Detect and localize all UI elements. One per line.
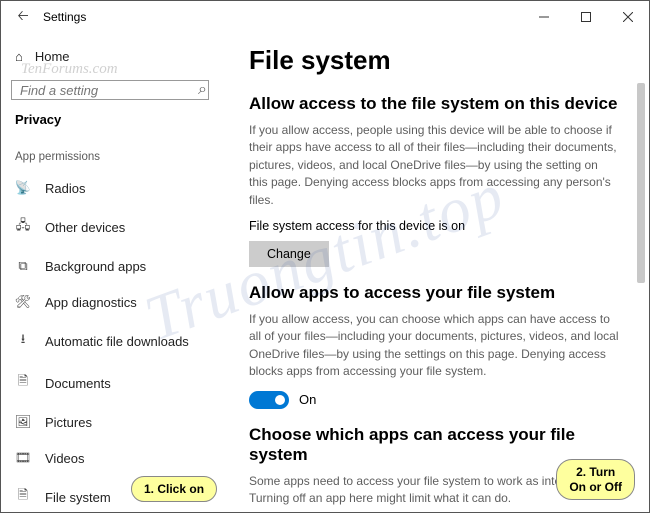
window-title: Settings [43, 10, 86, 24]
nav-list: 📡 Radios 🖧 Other devices ⧉ Background ap… [11, 171, 209, 517]
sidebar-item-app-diagnostics[interactable]: 🛠 App diagnostics [11, 285, 209, 319]
allow-apps-toggle-label: On [299, 392, 316, 407]
radios-icon: 📡 [15, 180, 31, 196]
pictures-icon: 🖼 [15, 414, 31, 430]
nav-label: File system [45, 490, 111, 505]
sidebar-item-pictures[interactable]: 🖼 Pictures [11, 405, 209, 439]
back-button[interactable]: 🡠 [9, 5, 37, 29]
sidebar-item-other-devices[interactable]: 🖧 Other devices [11, 207, 209, 247]
nav-label: Automatic file downloads [45, 334, 189, 349]
nav-label: Pictures [45, 415, 92, 430]
page-title: File system [249, 45, 627, 76]
sidebar-item-radios[interactable]: 📡 Radios [11, 171, 209, 205]
nav-label: Background apps [45, 259, 146, 274]
sidebar-item-auto-downloads[interactable]: ⭳ Automatic file downloads [11, 321, 209, 361]
sidebar-item-documents[interactable]: 🗎 Documents [11, 363, 209, 403]
nav-label: Documents [45, 376, 111, 391]
section1-title: Allow access to the file system on this … [249, 94, 627, 114]
access-status: File system access for this device is on [249, 219, 627, 233]
maximize-button[interactable] [565, 1, 607, 33]
minimize-button[interactable] [523, 1, 565, 33]
search-icon: ⌕ [198, 81, 207, 99]
section2-title: Allow apps to access your file system [249, 283, 627, 303]
videos-icon: 🎞 [15, 450, 31, 466]
home-label: Home [35, 49, 70, 64]
scrollbar[interactable] [637, 83, 645, 283]
search-field[interactable] [20, 83, 198, 98]
callout-1: 1. Click on [131, 476, 217, 502]
nav-label: Other devices [45, 220, 125, 235]
nav-label: Videos [45, 451, 85, 466]
section1-desc: If you allow access, people using this d… [249, 122, 619, 209]
nav-label: Radios [45, 181, 85, 196]
callout-2: 2. TurnOn or Off [556, 459, 635, 500]
section2-desc: If you allow access, you can choose whic… [249, 311, 619, 381]
devices-icon: 🖧 [15, 216, 31, 238]
nav-label: App diagnostics [45, 295, 137, 310]
close-button[interactable] [607, 1, 649, 33]
change-button[interactable]: Change [249, 241, 329, 267]
title-bar: 🡠 Settings [1, 1, 649, 33]
content-pane: File system Allow access to the file sys… [219, 33, 649, 512]
home-icon: ⌂ [15, 49, 23, 64]
sidebar: ⌂ Home ⌕ Privacy App permissions 📡 Radio… [1, 33, 219, 512]
background-icon: ⧉ [15, 258, 31, 274]
file-icon: 🗎 [15, 486, 31, 508]
documents-icon: 🗎 [15, 372, 31, 394]
sidebar-item-videos[interactable]: 🎞 Videos [11, 441, 209, 475]
allow-apps-toggle-row: On [249, 391, 627, 409]
sidebar-item-background-apps[interactable]: ⧉ Background apps [11, 249, 209, 283]
search-input[interactable]: ⌕ [11, 80, 209, 100]
category-label: Privacy [11, 112, 209, 127]
sidebar-item-home[interactable]: ⌂ Home [11, 43, 209, 70]
download-icon: ⭳ [15, 330, 31, 352]
allow-apps-toggle[interactable] [249, 391, 289, 409]
window-controls [523, 1, 649, 33]
diagnostics-icon: 🛠 [15, 294, 31, 310]
section-label: App permissions [11, 151, 209, 163]
